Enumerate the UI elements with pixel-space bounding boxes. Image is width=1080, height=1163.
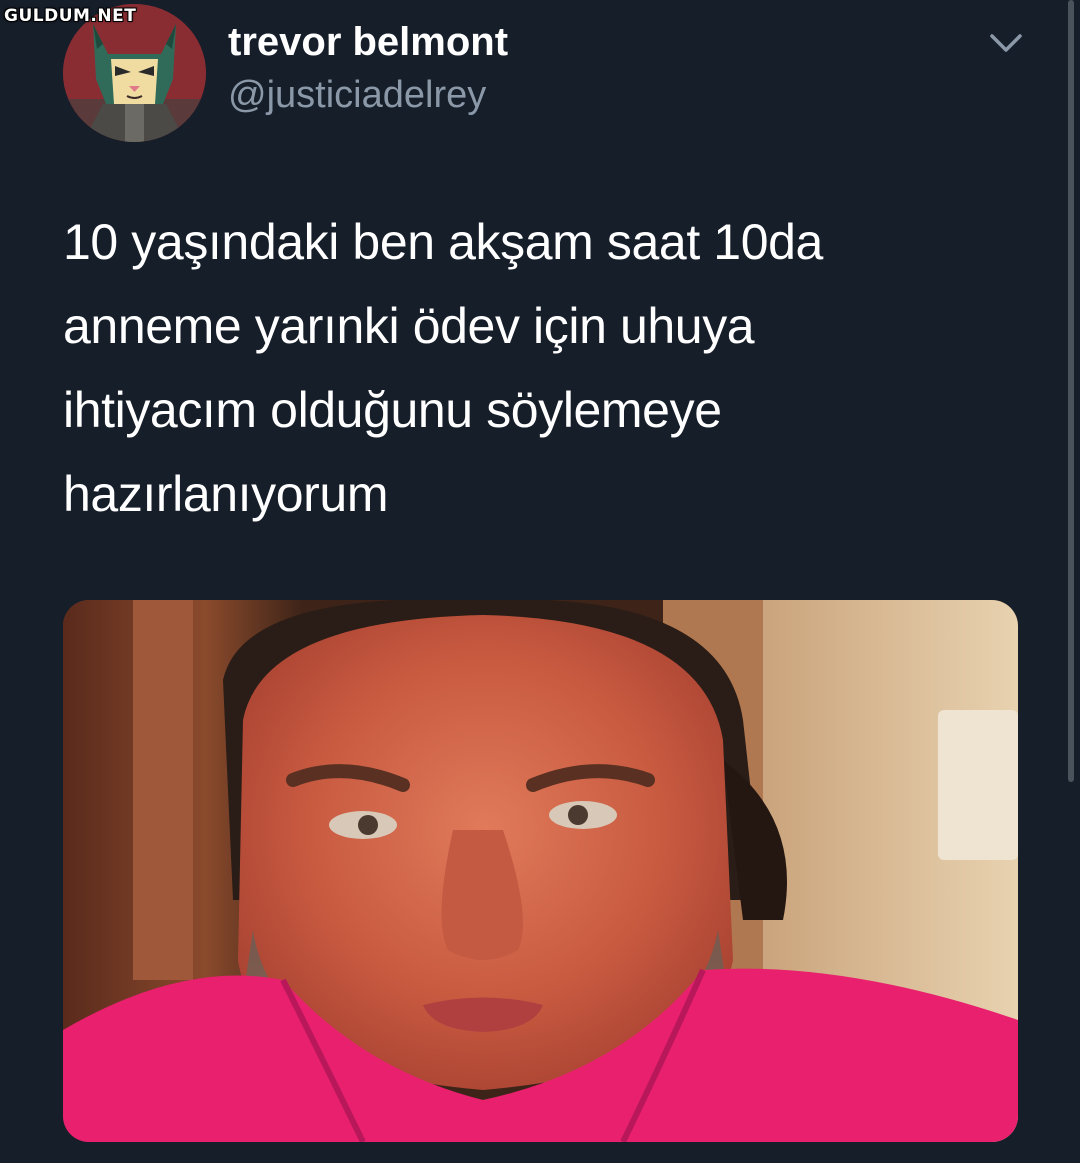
photo-image	[63, 600, 1018, 1142]
display-name[interactable]: trevor belmont	[228, 20, 508, 65]
tweet-text-line: hazırlanıyorum	[63, 466, 389, 522]
tweet-text-line: 10 yaşındaki ben akşam saat 10da	[63, 214, 823, 270]
tweet-media-photo[interactable]	[63, 600, 1018, 1142]
chevron-down-icon[interactable]	[986, 28, 1026, 58]
scrollbar[interactable]	[1068, 0, 1074, 782]
user-handle[interactable]: @justiciadelrey	[228, 74, 486, 117]
tweet-text-line: ihtiyacım olduğunu söylemeye	[63, 382, 722, 438]
tweet-text: 10 yaşındaki ben akşam saat 10da anneme …	[63, 200, 963, 536]
watermark-logo: GULDUM.NET	[4, 6, 137, 26]
tweet-text-line: anneme yarınki ödev için uhuya	[63, 298, 755, 354]
